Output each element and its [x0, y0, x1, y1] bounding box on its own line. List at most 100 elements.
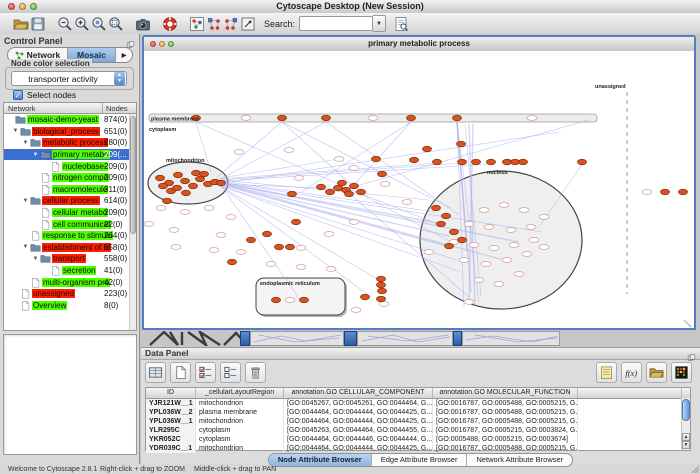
- column-header[interactable]: ID: [146, 388, 196, 398]
- graph-node[interactable]: [357, 189, 366, 195]
- graph-node[interactable]: [457, 141, 466, 147]
- graph-node[interactable]: [181, 178, 190, 184]
- node-label-pill[interactable]: [642, 190, 652, 195]
- graph-edge[interactable]: [326, 122, 459, 215]
- graph-node[interactable]: [200, 171, 209, 177]
- background-window-edge[interactable]: [240, 331, 250, 346]
- window-resize-grip[interactable]: [690, 326, 691, 327]
- attribute-matrix-button[interactable]: [671, 362, 692, 383]
- node-label-pill[interactable]: [481, 262, 491, 267]
- node-label-pill[interactable]: [402, 200, 412, 205]
- graph-node[interactable]: [278, 115, 287, 121]
- search-dropdown-button[interactable]: ▼: [373, 15, 386, 32]
- column-header[interactable]: _cellularLayoutRegion: [196, 388, 284, 398]
- tree-row[interactable]: ▼primary metabo209(...: [4, 149, 129, 161]
- graph-node[interactable]: [361, 294, 370, 300]
- zoom-selected-icon[interactable]: [90, 15, 107, 32]
- graph-edge[interactable]: [217, 122, 282, 177]
- create-attribute-button[interactable]: [170, 362, 191, 383]
- background-window-edge[interactable]: [453, 331, 462, 346]
- graph-node[interactable]: [286, 244, 295, 250]
- graph-node[interactable]: [228, 259, 237, 265]
- minimize-button[interactable]: [159, 41, 165, 47]
- import-attributes-button[interactable]: [646, 362, 667, 383]
- node-color-dropdown[interactable]: transporter activity ▲▼: [11, 71, 127, 86]
- node-label-pill[interactable]: [499, 203, 509, 208]
- graph-edge[interactable]: [282, 122, 451, 208]
- node-label-pill[interactable]: [519, 208, 529, 213]
- graph-node[interactable]: [407, 115, 416, 121]
- tree-row[interactable]: unassigned223(0): [4, 288, 129, 300]
- graph-node[interactable]: [156, 175, 165, 181]
- save-icon[interactable]: [29, 15, 46, 32]
- graph-node[interactable]: [247, 237, 256, 243]
- node-label-pill[interactable]: [469, 243, 479, 248]
- graph-edge[interactable]: [221, 181, 435, 212]
- float-panel-icon[interactable]: [126, 36, 135, 45]
- node-label-pill[interactable]: [349, 220, 359, 225]
- node-label-pill[interactable]: [539, 245, 549, 250]
- select-attributes-button[interactable]: [145, 362, 166, 383]
- expander-icon[interactable]: ▼: [31, 256, 40, 262]
- graph-node[interactable]: [322, 115, 331, 121]
- graph-node[interactable]: [487, 159, 496, 165]
- node-label-pill[interactable]: [489, 246, 499, 251]
- graph-edge[interactable]: [220, 163, 463, 180]
- search-input[interactable]: [299, 16, 373, 31]
- graph-node[interactable]: [272, 297, 281, 303]
- graph-node[interactable]: [182, 190, 191, 196]
- node-label-pill[interactable]: [526, 225, 536, 230]
- graph-node[interactable]: [442, 213, 451, 219]
- graph-node[interactable]: [679, 189, 688, 195]
- node-label-pill[interactable]: [241, 116, 251, 121]
- graph-node[interactable]: [458, 159, 467, 165]
- function-builder-button[interactable]: f(x): [621, 362, 642, 383]
- node-label-pill[interactable]: [474, 278, 484, 283]
- select-all-attributes-button[interactable]: [195, 362, 216, 383]
- unselect-all-attributes-button[interactable]: [220, 362, 241, 383]
- graph-node[interactable]: [338, 180, 347, 186]
- node-label-pill[interactable]: [285, 298, 295, 303]
- graph-node[interactable]: [292, 219, 301, 225]
- graph-node[interactable]: [578, 159, 587, 165]
- node-label-pill[interactable]: [539, 215, 549, 220]
- tree-row[interactable]: ▼biological_process651(0): [4, 126, 129, 138]
- tree-row[interactable]: ▼establishment of lo558(0): [4, 242, 129, 254]
- node-label-pill[interactable]: [234, 150, 244, 155]
- graph-node[interactable]: [350, 183, 359, 189]
- zoom-button[interactable]: [30, 3, 37, 10]
- node-label-pill[interactable]: [171, 245, 181, 250]
- zoom-button[interactable]: [168, 41, 174, 47]
- node-label-pill[interactable]: [209, 248, 219, 253]
- node-label-pill[interactable]: [502, 258, 512, 263]
- close-button[interactable]: [8, 3, 15, 10]
- expander-icon[interactable]: ▼: [11, 128, 20, 134]
- column-header[interactable]: annotation.GO MOLECULAR_FUNCTION: [433, 388, 578, 398]
- node-label-pill[interactable]: [334, 157, 344, 162]
- scrollbar-thumb[interactable]: [682, 399, 690, 421]
- node-label-pill[interactable]: [494, 282, 504, 287]
- table-row[interactable]: YDR039C__1mitochondrion[GO:0044464, GO:0…: [146, 444, 690, 453]
- node-label-pill[interactable]: [294, 176, 304, 181]
- tree-row[interactable]: ▼metabolic process280(0): [4, 137, 129, 149]
- node-label-pill[interactable]: [296, 246, 306, 251]
- tree-row[interactable]: macromolecule311(0): [4, 184, 129, 196]
- node-label-pill[interactable]: [180, 210, 190, 215]
- delete-attribute-button[interactable]: [245, 362, 266, 383]
- node-label-pill[interactable]: [226, 215, 236, 220]
- tab-overflow-arrow[interactable]: ▶: [116, 48, 132, 62]
- node-label-pill[interactable]: [509, 243, 519, 248]
- table-scrollbar[interactable]: ▲ ▼: [681, 398, 690, 450]
- tree-row[interactable]: cell communicat22(0): [4, 218, 129, 230]
- scroll-down-button[interactable]: ▼: [682, 441, 690, 449]
- tree-row[interactable]: nucleobase-209(0): [4, 160, 129, 172]
- resize-grip-icon[interactable]: [691, 465, 699, 473]
- node-label-pill[interactable]: [351, 308, 361, 313]
- graph-node[interactable]: [445, 243, 454, 249]
- graph-node[interactable]: [174, 172, 183, 178]
- graph-edge[interactable]: [222, 184, 449, 236]
- graph-node[interactable]: [450, 229, 459, 235]
- node-label-pill[interactable]: [527, 116, 537, 121]
- expander-icon[interactable]: ▼: [21, 244, 30, 250]
- tree-scrollbar[interactable]: [129, 114, 136, 330]
